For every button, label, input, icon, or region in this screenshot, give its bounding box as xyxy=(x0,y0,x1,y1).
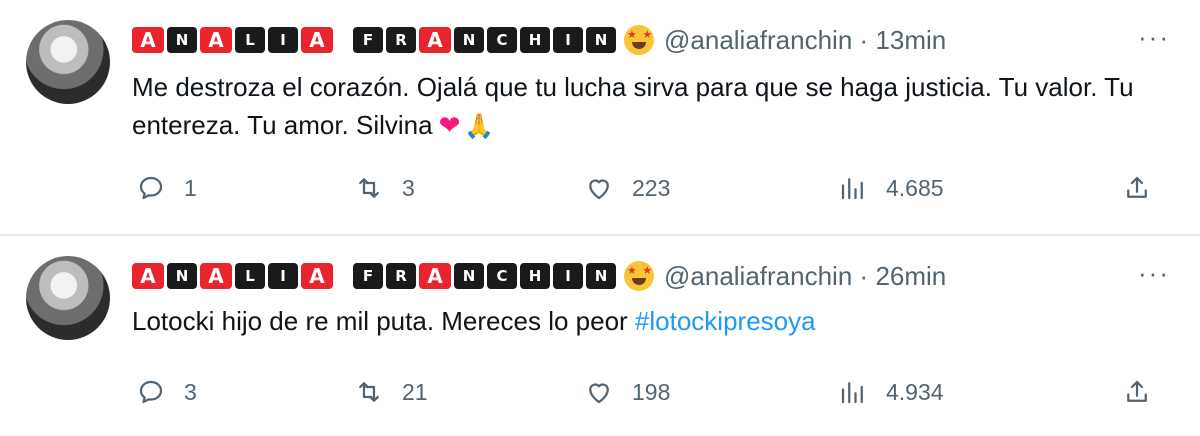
name-tile: A xyxy=(132,263,164,289)
name-tile: F xyxy=(353,263,383,289)
handle[interactable]: @analiafranchin xyxy=(664,25,852,55)
hashtag-link[interactable]: #lotockipresoya xyxy=(635,306,816,336)
name-tile: R xyxy=(386,263,416,289)
action-bar: 3 21 198 4.934 xyxy=(132,372,1172,412)
more-icon[interactable]: ··· xyxy=(1138,258,1170,289)
retweet-icon xyxy=(359,178,379,198)
name-tile: A xyxy=(301,263,333,289)
tweet-header: A N A L I A F R A N C H I N @analiafranc… xyxy=(132,256,946,296)
handle-and-time: @analiafranchin · 26min xyxy=(664,261,946,292)
tweet[interactable]: A N A L I A F R A N C H I N @analiafranc… xyxy=(0,0,1200,234)
star-struck-emoji-icon xyxy=(624,25,654,55)
name-tile: A xyxy=(419,27,451,53)
timestamp[interactable]: 13min xyxy=(875,25,946,55)
tweet[interactable]: A N A L I A F R A N C H I N @analiafranc… xyxy=(0,236,1200,436)
red-heart-emoji-icon: ❤ xyxy=(438,111,461,141)
name-tile: A xyxy=(200,263,232,289)
retweet-count: 21 xyxy=(402,378,428,405)
name-tile: H xyxy=(520,27,550,53)
like-button[interactable]: 223 xyxy=(584,168,670,208)
name-tile: L xyxy=(235,27,265,53)
views-icon xyxy=(841,178,863,200)
views-button[interactable]: 4.934 xyxy=(838,372,944,412)
separator: · xyxy=(859,260,869,291)
share-button[interactable] xyxy=(1122,168,1170,208)
tweet-body: Lotocki hijo de re mil puta. Mereces lo … xyxy=(132,306,635,336)
separator: · xyxy=(859,24,869,55)
retweet-button[interactable]: 21 xyxy=(354,372,428,412)
share-button[interactable] xyxy=(1122,372,1170,412)
like-count: 198 xyxy=(632,378,671,405)
name-tile: N xyxy=(454,263,484,289)
display-name[interactable]: A N A L I A F R A N C H I N xyxy=(132,27,616,53)
tweet-body: Me destroza el corazón. Ojalá que tu luc… xyxy=(132,72,1134,140)
views-icon xyxy=(841,382,863,404)
name-tile: I xyxy=(553,27,583,53)
handle-and-time: @analiafranchin · 13min xyxy=(664,25,946,56)
name-tile: R xyxy=(386,27,416,53)
name-tile: H xyxy=(520,263,550,289)
reply-icon xyxy=(139,176,163,200)
name-tile: F xyxy=(353,27,383,53)
folded-hands-emoji-icon: 🙏 xyxy=(464,112,495,140)
like-icon xyxy=(589,179,609,200)
name-tile: C xyxy=(487,263,517,289)
tweet-text: Me destroza el corazón. Ojalá que tu luc… xyxy=(132,68,1172,145)
name-tile: A xyxy=(419,263,451,289)
name-tile: I xyxy=(553,263,583,289)
retweet-count: 3 xyxy=(402,174,415,201)
share-icon xyxy=(1127,380,1147,402)
more-icon[interactable]: ··· xyxy=(1138,22,1170,53)
action-bar: 1 3 223 4.685 xyxy=(132,168,1172,208)
retweet-button[interactable]: 3 xyxy=(354,168,415,208)
name-tile: I xyxy=(268,263,298,289)
reply-icon xyxy=(139,380,163,404)
name-tile: N xyxy=(454,27,484,53)
views-count: 4.685 xyxy=(886,174,944,201)
name-tile: L xyxy=(235,263,265,289)
share-icon xyxy=(1127,176,1147,198)
name-tile: A xyxy=(132,27,164,53)
avatar[interactable] xyxy=(26,256,110,340)
reply-button[interactable]: 3 xyxy=(136,372,197,412)
like-icon xyxy=(589,383,609,404)
reply-count: 1 xyxy=(184,174,197,201)
tweet-text: Lotocki hijo de re mil puta. Mereces lo … xyxy=(132,302,1172,340)
retweet-icon xyxy=(359,382,379,402)
timestamp[interactable]: 26min xyxy=(875,261,946,291)
like-button[interactable]: 198 xyxy=(584,372,670,412)
tweet-header: A N A L I A F R A N C H I N @analiafranc… xyxy=(132,20,946,60)
name-tile: C xyxy=(487,27,517,53)
views-button[interactable]: 4.685 xyxy=(838,168,944,208)
display-name[interactable]: A N A L I A F R A N C H I N xyxy=(132,263,616,289)
name-tile: I xyxy=(268,27,298,53)
avatar[interactable] xyxy=(26,20,110,104)
name-tile: A xyxy=(301,27,333,53)
handle[interactable]: @analiafranchin xyxy=(664,261,852,291)
name-tile: N xyxy=(167,27,197,53)
name-tile: N xyxy=(167,263,197,289)
reply-count: 3 xyxy=(184,378,197,405)
name-tile: N xyxy=(586,263,616,289)
name-tile: A xyxy=(200,27,232,53)
reply-button[interactable]: 1 xyxy=(136,168,197,208)
name-tile: N xyxy=(586,27,616,53)
views-count: 4.934 xyxy=(886,378,944,405)
star-struck-emoji-icon xyxy=(624,261,654,291)
like-count: 223 xyxy=(632,174,671,201)
